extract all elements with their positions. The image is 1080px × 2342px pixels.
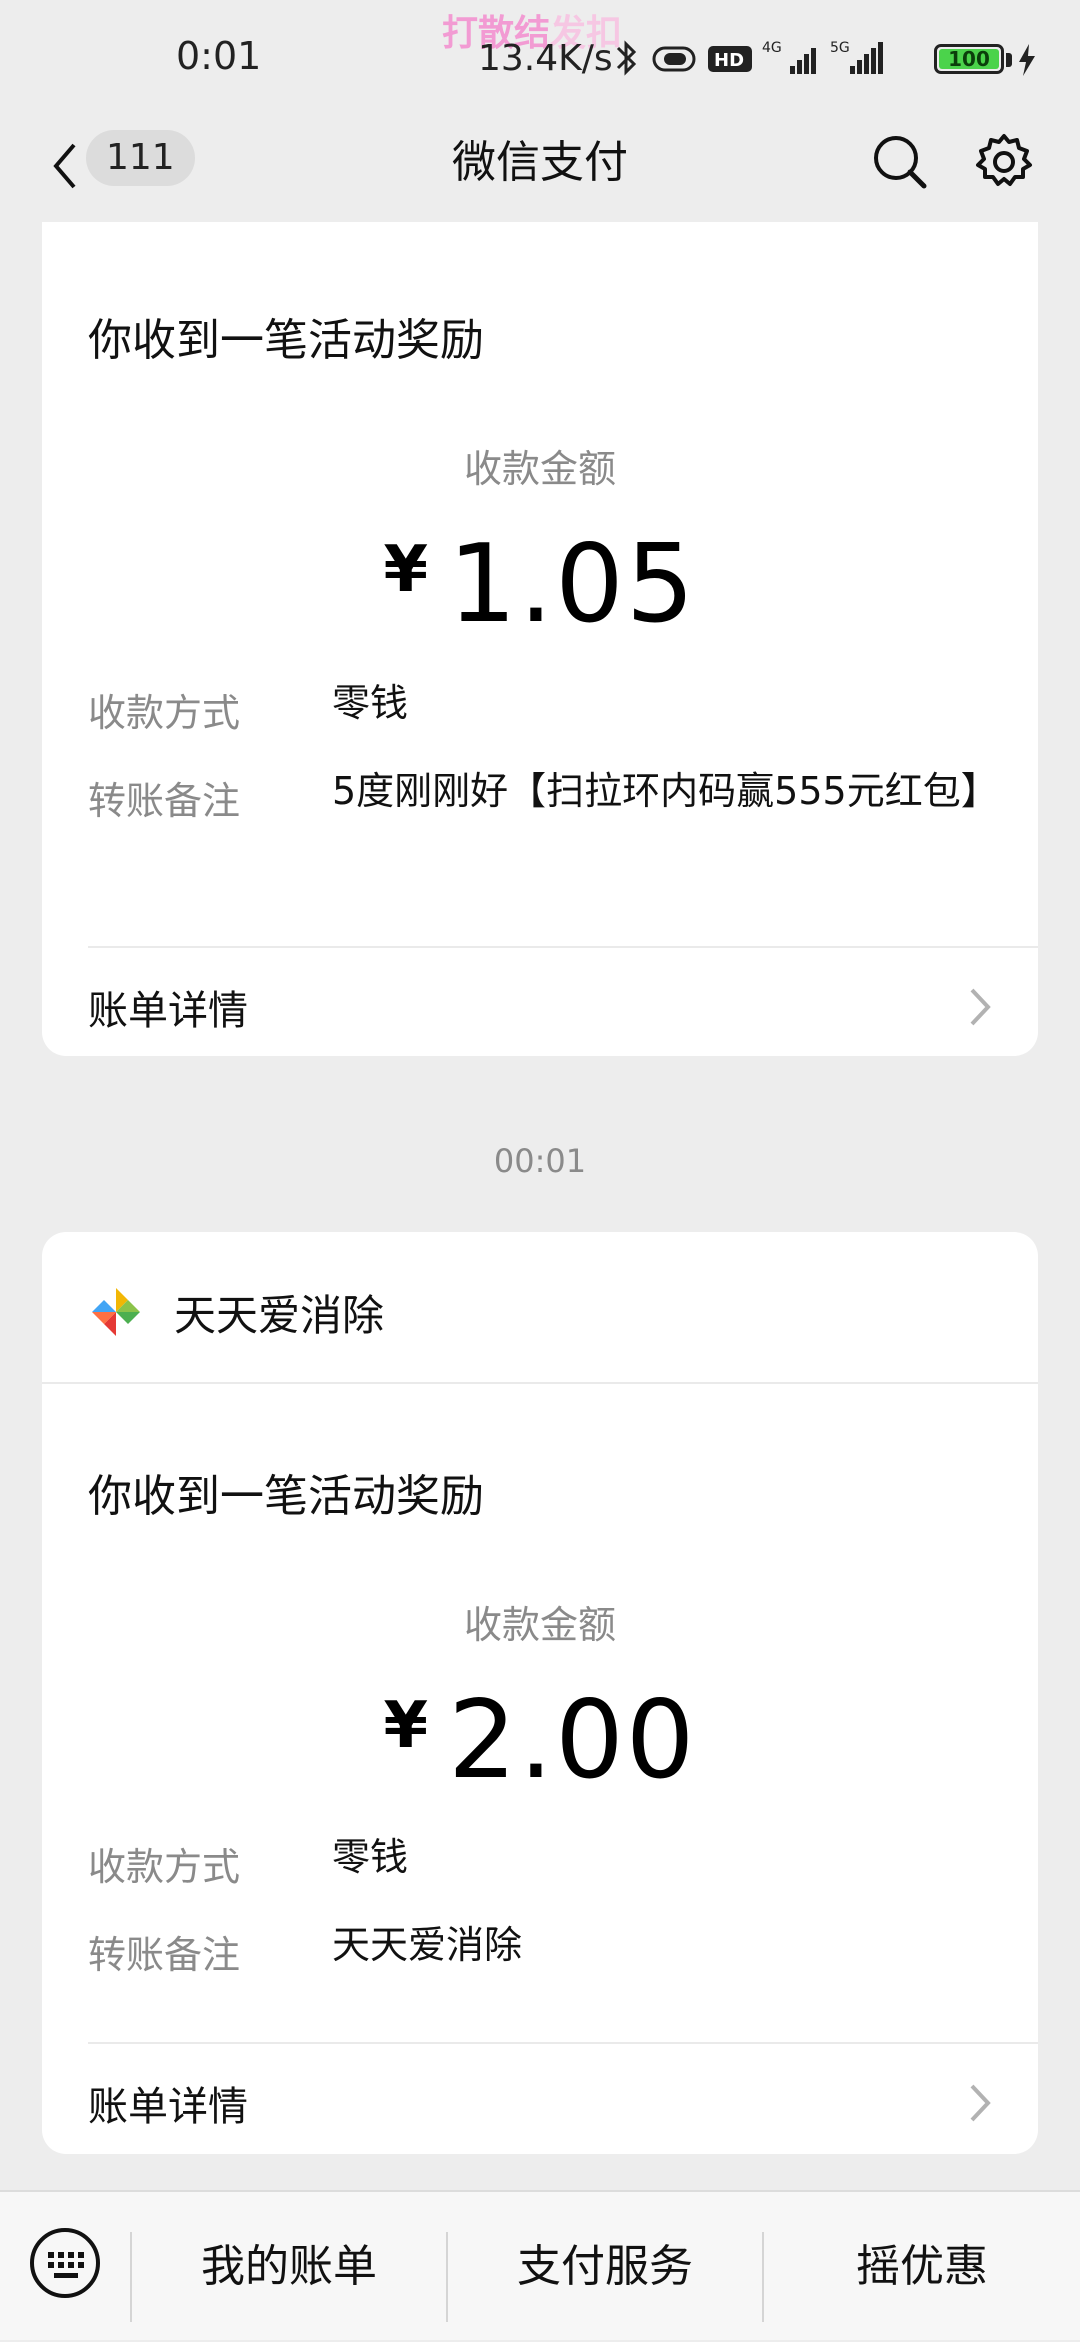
menu-payment-services[interactable]: 支付服务 — [448, 2192, 762, 2342]
svg-text:4G: 4G — [762, 40, 782, 56]
bluetooth-icon — [612, 38, 642, 78]
amount-value: 2.00 — [448, 1678, 697, 1803]
search-icon — [874, 136, 927, 189]
message-timestamp: 00:01 — [493, 1142, 587, 1180]
currency-symbol: ¥ — [383, 1689, 431, 1763]
battery-cap — [1006, 53, 1012, 67]
bottom-menu-bar: 我的账单 支付服务 摇优惠 — [0, 2190, 1080, 2340]
currency-symbol: ¥ — [383, 533, 431, 607]
payment-card: 天天爱消除 你收到一笔活动奖励 收款金额 ¥2.00 收款方式 零钱 转账备注 … — [42, 1232, 1038, 2154]
hd-icon: HD — [706, 38, 754, 78]
bill-detail-label: 账单详情 — [88, 2084, 248, 2130]
divider — [88, 2042, 1038, 2044]
chevron-right-icon — [970, 988, 991, 1026]
amount-value: 1.05 — [448, 522, 697, 647]
brand-name: 天天爱消除 — [174, 1290, 385, 1340]
brand-header[interactable]: 天天爱消除 — [88, 1282, 384, 1342]
keyboard-toggle-button[interactable] — [28, 2226, 102, 2300]
bill-detail-link[interactable]: 账单详情 — [88, 2074, 992, 2134]
card-title: 你收到一笔活动奖励 — [88, 1471, 484, 1522]
svg-text:HD: HD — [714, 50, 744, 71]
card-title: 你收到一笔活动奖励 — [88, 315, 484, 366]
keyboard-icon — [30, 2228, 100, 2298]
chevron-right-icon — [970, 2084, 991, 2122]
menu-shake-deals[interactable]: 摇优惠 — [764, 2192, 1080, 2342]
status-time: 0:01 — [176, 34, 262, 78]
amount-label: 收款金额 — [463, 1603, 616, 1647]
transfer-note-value: 5度刚刚好【扫拉环内码赢555元红包】 — [332, 769, 999, 813]
payment-method-value: 零钱 — [332, 1835, 409, 1879]
transfer-note-label: 转账备注 — [88, 1933, 241, 1977]
payment-method-label: 收款方式 — [88, 691, 241, 735]
transfer-note-label: 转账备注 — [88, 779, 241, 823]
menu-my-bills[interactable]: 我的账单 — [132, 2192, 446, 2342]
svg-text:5G: 5G — [830, 40, 850, 56]
amount: ¥2.00 — [42, 1678, 1038, 1803]
message-list[interactable]: 你收到一笔活动奖励 收款金额 ¥1.05 收款方式 零钱 转账备注 5度刚刚好【… — [0, 222, 1080, 2188]
vibrate-icon — [650, 38, 698, 78]
network-speed: 13.4K/s — [478, 38, 613, 79]
divider — [88, 946, 1038, 948]
signal-5g-icon: 5G — [830, 38, 890, 78]
battery-icon: 100 — [934, 44, 1004, 74]
payment-method-label: 收款方式 — [88, 1845, 241, 1889]
battery-level: 100 — [939, 49, 999, 69]
payment-card: 你收到一笔活动奖励 收款金额 ¥1.05 收款方式 零钱 转账备注 5度刚刚好【… — [42, 222, 1038, 1056]
game-logo-icon — [92, 1288, 140, 1336]
signal-4g-icon: 4G — [762, 38, 822, 78]
amount-label: 收款金额 — [463, 447, 616, 491]
divider — [42, 1382, 1038, 1384]
nav-bar: 111 微信支付 — [0, 110, 1080, 222]
search-button[interactable] — [868, 130, 932, 194]
bill-detail-link[interactable]: 账单详情 — [88, 978, 992, 1038]
amount: ¥1.05 — [42, 522, 1038, 647]
bill-detail-label: 账单详情 — [88, 988, 248, 1034]
settings-button[interactable] — [972, 130, 1036, 194]
payment-method-value: 零钱 — [332, 681, 409, 725]
status-icons: HD 4G 5G — [612, 36, 890, 80]
transfer-note-value: 天天爱消除 — [332, 1923, 523, 1967]
status-bar: 0:01 打散结发扣 13.4K/s HD 4G 5G 100 — [0, 0, 1080, 110]
gear-icon — [976, 134, 1032, 186]
charging-icon — [1016, 42, 1038, 82]
